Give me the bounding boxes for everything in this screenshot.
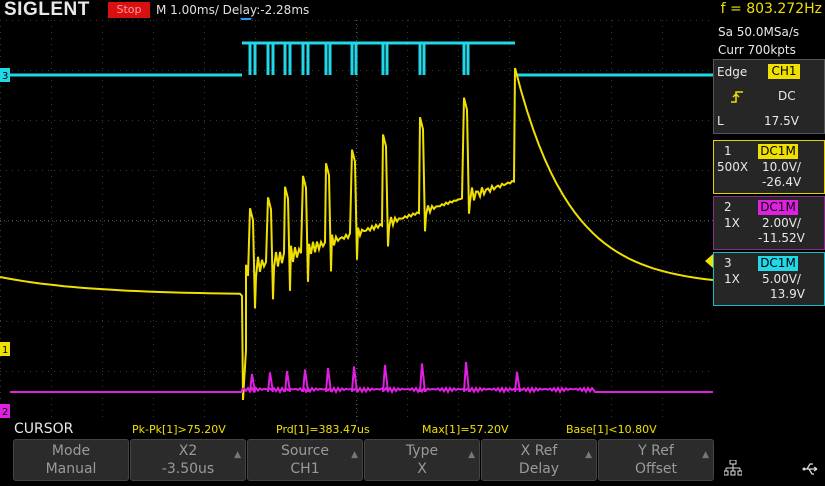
network-icon [724,460,742,476]
waveform-display[interactable]: 3 1 2 [0,20,713,421]
measurement-period: Prd[1]=383.47us [276,423,370,436]
brand-logo: SIGLENT [4,0,90,20]
ch1-scale: 10.0V/ [762,160,801,174]
up-arrow-icon: ▲ [702,450,709,460]
up-arrow-icon: ▲ [351,450,358,460]
ch2-coupling: DC1M [758,200,798,215]
softkey-type-label: Type [405,443,439,459]
softkey-x2-label: X2 [178,443,198,459]
ch1-marker[interactable]: 1 [0,342,10,356]
ch3-coupling: DC1M [758,256,798,271]
timebase-readout[interactable]: M 1.00ms/ Delay:-2.28ms [156,3,309,17]
softkey-mode-value: Manual [45,461,97,477]
softkey-y-ref-label: Y Ref [638,443,674,459]
ch3-scale: 5.00V/ [762,272,801,286]
ch3-marker-label: 3 [2,71,8,82]
frequency-readout: f = 803.272Hz [720,1,822,17]
softkey-x-ref-value: Delay [518,461,560,477]
ch2-panel[interactable]: 2 DC1M 1X 2.00V/ -11.52V [713,196,825,250]
cursor-menu-title: CURSOR [14,421,74,437]
softkey-type-value: X [417,461,427,477]
measurement-base: Base[1]<10.80V [566,423,657,436]
trigger-level: 17.5V [764,114,799,128]
ch1-coupling: DC1M [758,144,798,159]
usb-icon [802,463,818,475]
softkey-type[interactable]: Type X ▲ [364,439,480,481]
rising-edge-icon [731,91,743,103]
ch3-marker[interactable]: 3 [0,68,10,82]
ch2-offset: -11.52V [758,231,805,245]
up-arrow-icon: ▲ [585,450,592,460]
softkey-source-label: Source [280,443,330,459]
trigger-mode: Edge [717,65,748,79]
memory-depth: Curr 700kpts [718,43,796,57]
ch2-marker[interactable]: 2 [0,404,10,418]
up-arrow-icon: ▲ [234,450,241,460]
trigger-coupling: DC [778,89,796,103]
ch1-panel[interactable]: 1 DC1M 500X 10.0V/ -26.4V [713,140,825,194]
ch2-probe: 1X [724,216,740,230]
ch1-offset: -26.4V [762,175,802,189]
ch3-number: 3 [724,256,732,270]
trigger-level-icon[interactable] [705,254,713,268]
ch2-marker-label: 2 [2,407,8,418]
softkey-x-ref-label: X Ref [520,443,558,459]
measurement-max: Max[1]=57.20V [422,423,509,436]
ch3-offset: 13.9V [770,287,805,301]
softkey-source-value: CH1 [290,461,320,477]
ch2-number: 2 [724,200,732,214]
trigger-level-label: L [717,114,724,128]
ch1-trace [0,67,713,401]
sample-rate: Sa 50.0MSa/s [718,25,800,39]
softkey-x2-value: -3.50us [161,461,215,477]
softkey-mode-label: Mode [51,443,91,459]
run-stop-badge[interactable]: Stop [108,2,150,18]
softkey-y-ref-value: Offset [634,461,678,477]
softkey-x-ref[interactable]: X Ref Delay ▲ [481,439,597,481]
softkey-x2[interactable]: X2 -3.50us ▲ [130,439,246,481]
measurement-pkpk: Pk-Pk[1]>75.20V [132,423,226,436]
softkey-source[interactable]: Source CH1 ▲ [247,439,363,481]
cursor-bar [0,421,825,438]
trigger-panel[interactable]: Edge CH1 DC L 17.5V [713,59,825,134]
softkey-mode[interactable]: Mode Manual [13,439,129,481]
up-arrow-icon: ▲ [468,450,475,460]
softkey-y-ref[interactable]: Y Ref Offset ▲ [598,439,714,481]
ch3-panel[interactable]: 3 DC1M 1X 5.00V/ 13.9V [713,252,825,306]
ch1-marker-label: 1 [2,345,8,356]
ch3-probe: 1X [724,272,740,286]
ch2-trace [10,361,713,395]
ch1-probe: 500X [717,160,749,174]
trigger-source: CH1 [768,64,800,79]
ch2-scale: 2.00V/ [762,216,801,230]
ch1-number: 1 [724,144,732,158]
